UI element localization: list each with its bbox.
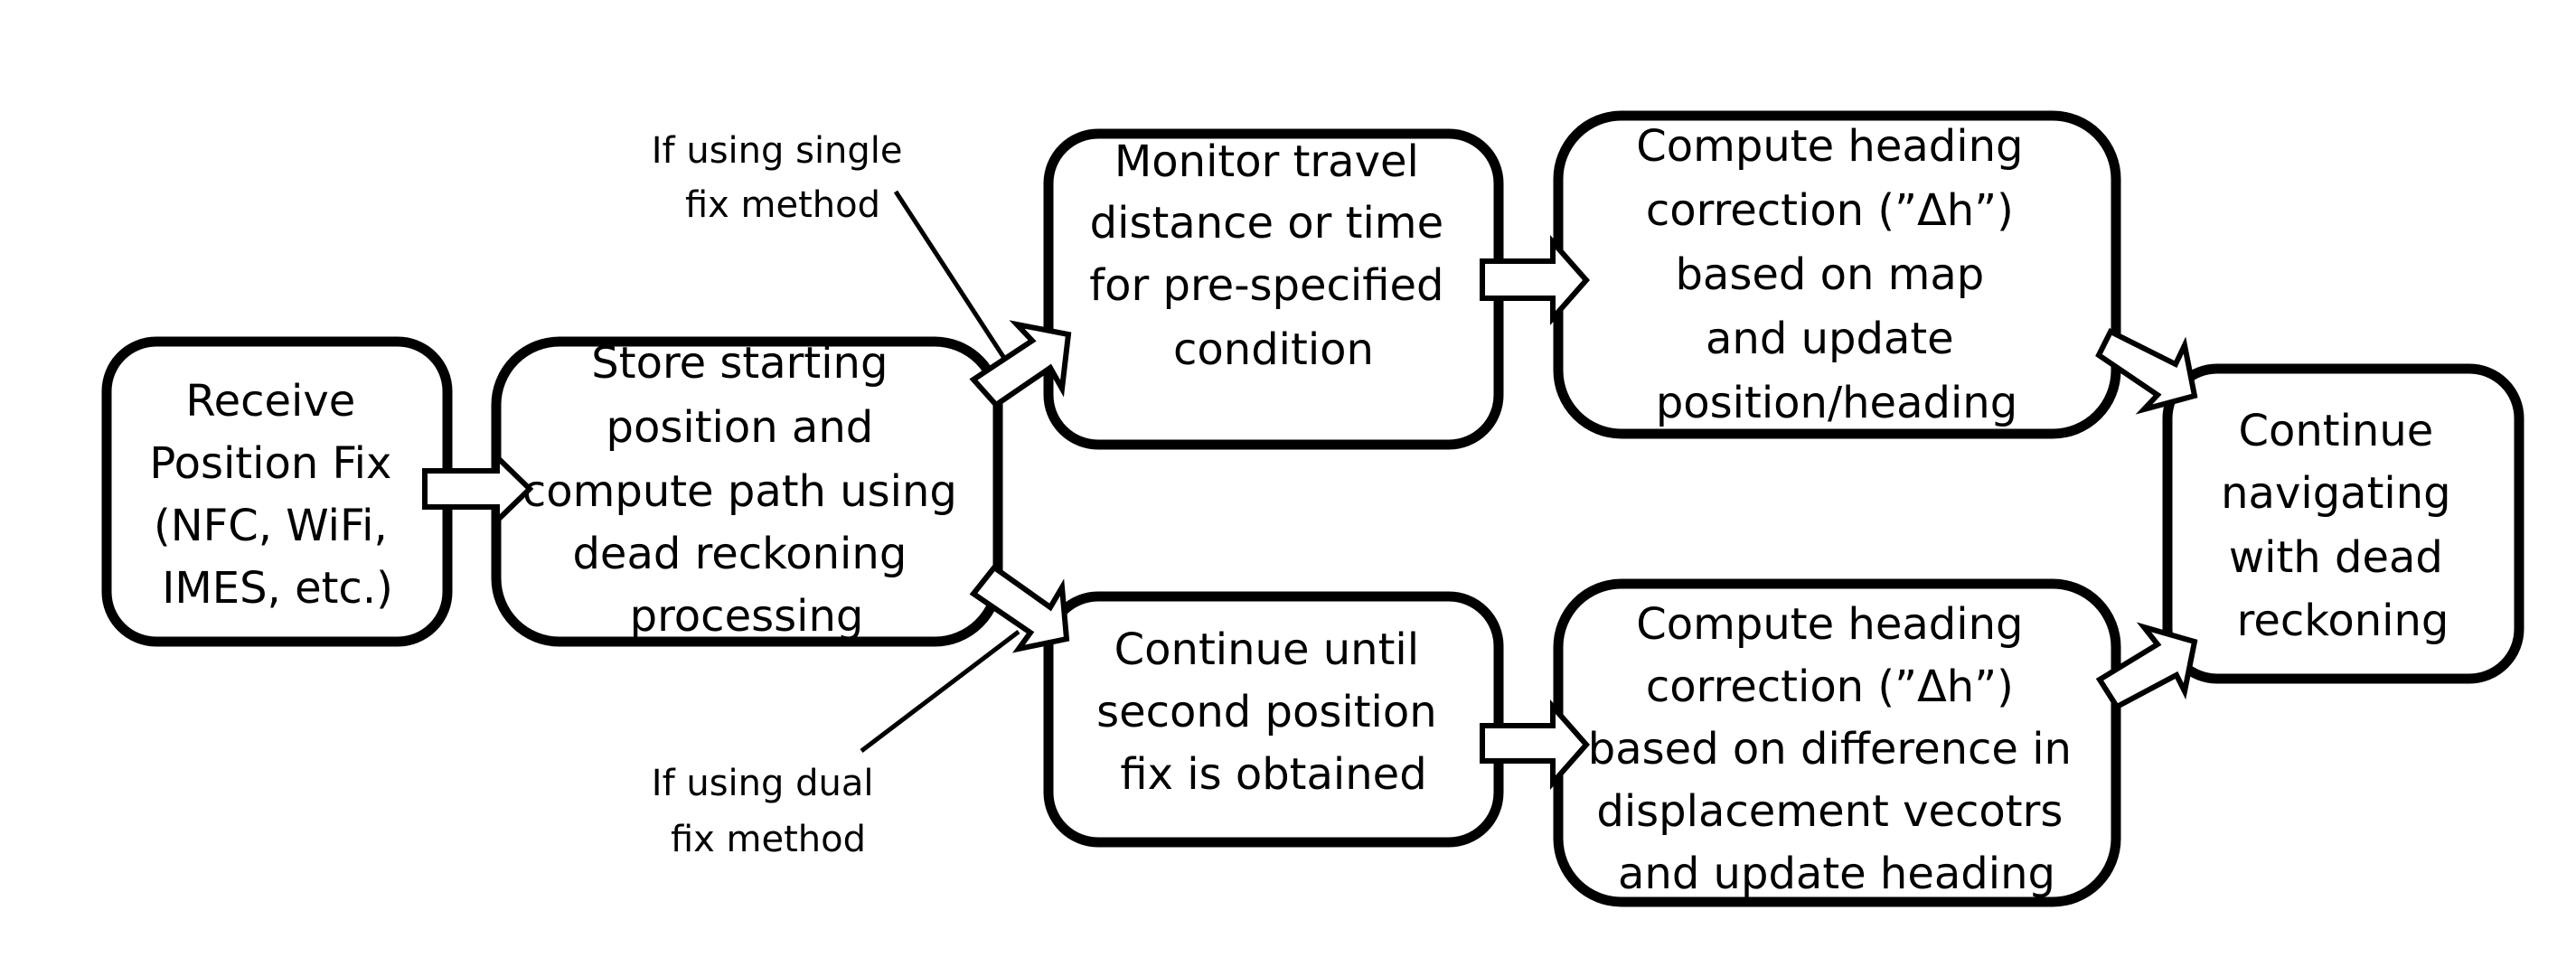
note-line: fix method xyxy=(671,819,866,860)
note-line: fix method xyxy=(685,184,880,226)
node-continue-until: Continue until second position fix is ob… xyxy=(1043,591,1504,848)
node-label: Compute heading correction (”Δh”) based … xyxy=(1636,121,2036,428)
node-label-line: position/heading xyxy=(1656,378,2017,428)
flow-diagram: Receive Position Fix (NFC, WiFi, IMES, e… xyxy=(101,110,2524,907)
node-label-line: fix is obtained xyxy=(1120,749,1426,800)
node-label-line: distance or time xyxy=(1090,198,1443,249)
note-line: If using dual xyxy=(652,763,874,804)
node-label-line: correction (”Δh”) xyxy=(1646,185,2014,236)
node-label-line: Position Fix xyxy=(149,438,391,489)
node-label-line: Receive xyxy=(185,376,355,427)
node-label-line: Store starting xyxy=(591,338,888,389)
node-continue-navigating: Continue navigating with dead reckoning xyxy=(2162,363,2524,684)
node-label-line: correction (”Δh”) xyxy=(1646,662,2014,712)
node-label: Continue until second position fix is ob… xyxy=(1096,624,1451,800)
dual-fix-leader-line xyxy=(860,630,1020,753)
note-line: If using single xyxy=(652,130,903,172)
node-receive-fix: Receive Position Fix (NFC, WiFi, IMES, e… xyxy=(101,336,453,647)
node-label-line: Continue until xyxy=(1114,624,1419,675)
node-label-line: based on difference in xyxy=(1588,724,2072,774)
node-label-line: processing xyxy=(630,591,864,642)
single-fix-note: If using single fix method xyxy=(652,130,915,226)
dual-fix-note: If using dual fix method xyxy=(652,763,885,860)
node-label-line: condition xyxy=(1173,324,1374,375)
node-heading-diff: Compute heading correction (”Δh”) based … xyxy=(1553,578,2121,907)
node-label-line: Compute heading xyxy=(1636,121,2023,172)
node-label-line: compute path using xyxy=(522,466,957,517)
node-label-line: second position xyxy=(1096,687,1437,737)
node-label-line: for pre-specified xyxy=(1089,260,1443,311)
node-label-line: dead reckoning xyxy=(572,529,907,579)
node-label: Compute heading correction (”Δh”) based … xyxy=(1588,599,2085,899)
node-label-line: based on map xyxy=(1675,249,1984,300)
node-label-line: position and xyxy=(606,402,874,453)
node-label-line: with dead xyxy=(2229,532,2443,583)
node-label-line: Compute heading xyxy=(1636,599,2023,650)
node-label-line: navigating xyxy=(2221,468,2451,519)
node-label-line: IMES, etc.) xyxy=(162,563,393,614)
node-heading-map: Compute heading correction (”Δh”) based … xyxy=(1553,110,2121,439)
node-store-start: Store starting position and compute path… xyxy=(491,336,1003,647)
node-label-line: (NFC, WiFi, xyxy=(154,501,388,551)
node-label-line: reckoning xyxy=(2237,596,2449,646)
node-label-line: and update heading xyxy=(1618,849,2055,899)
node-label-line: Continue xyxy=(2238,406,2433,456)
node-label-line: Monitor travel xyxy=(1114,136,1419,187)
node-monitor-travel: Monitor travel distance or time for pre-… xyxy=(1043,128,1504,450)
node-label-line: and update xyxy=(1706,314,1954,364)
node-label-line: displacement vecotrs xyxy=(1596,786,2063,837)
